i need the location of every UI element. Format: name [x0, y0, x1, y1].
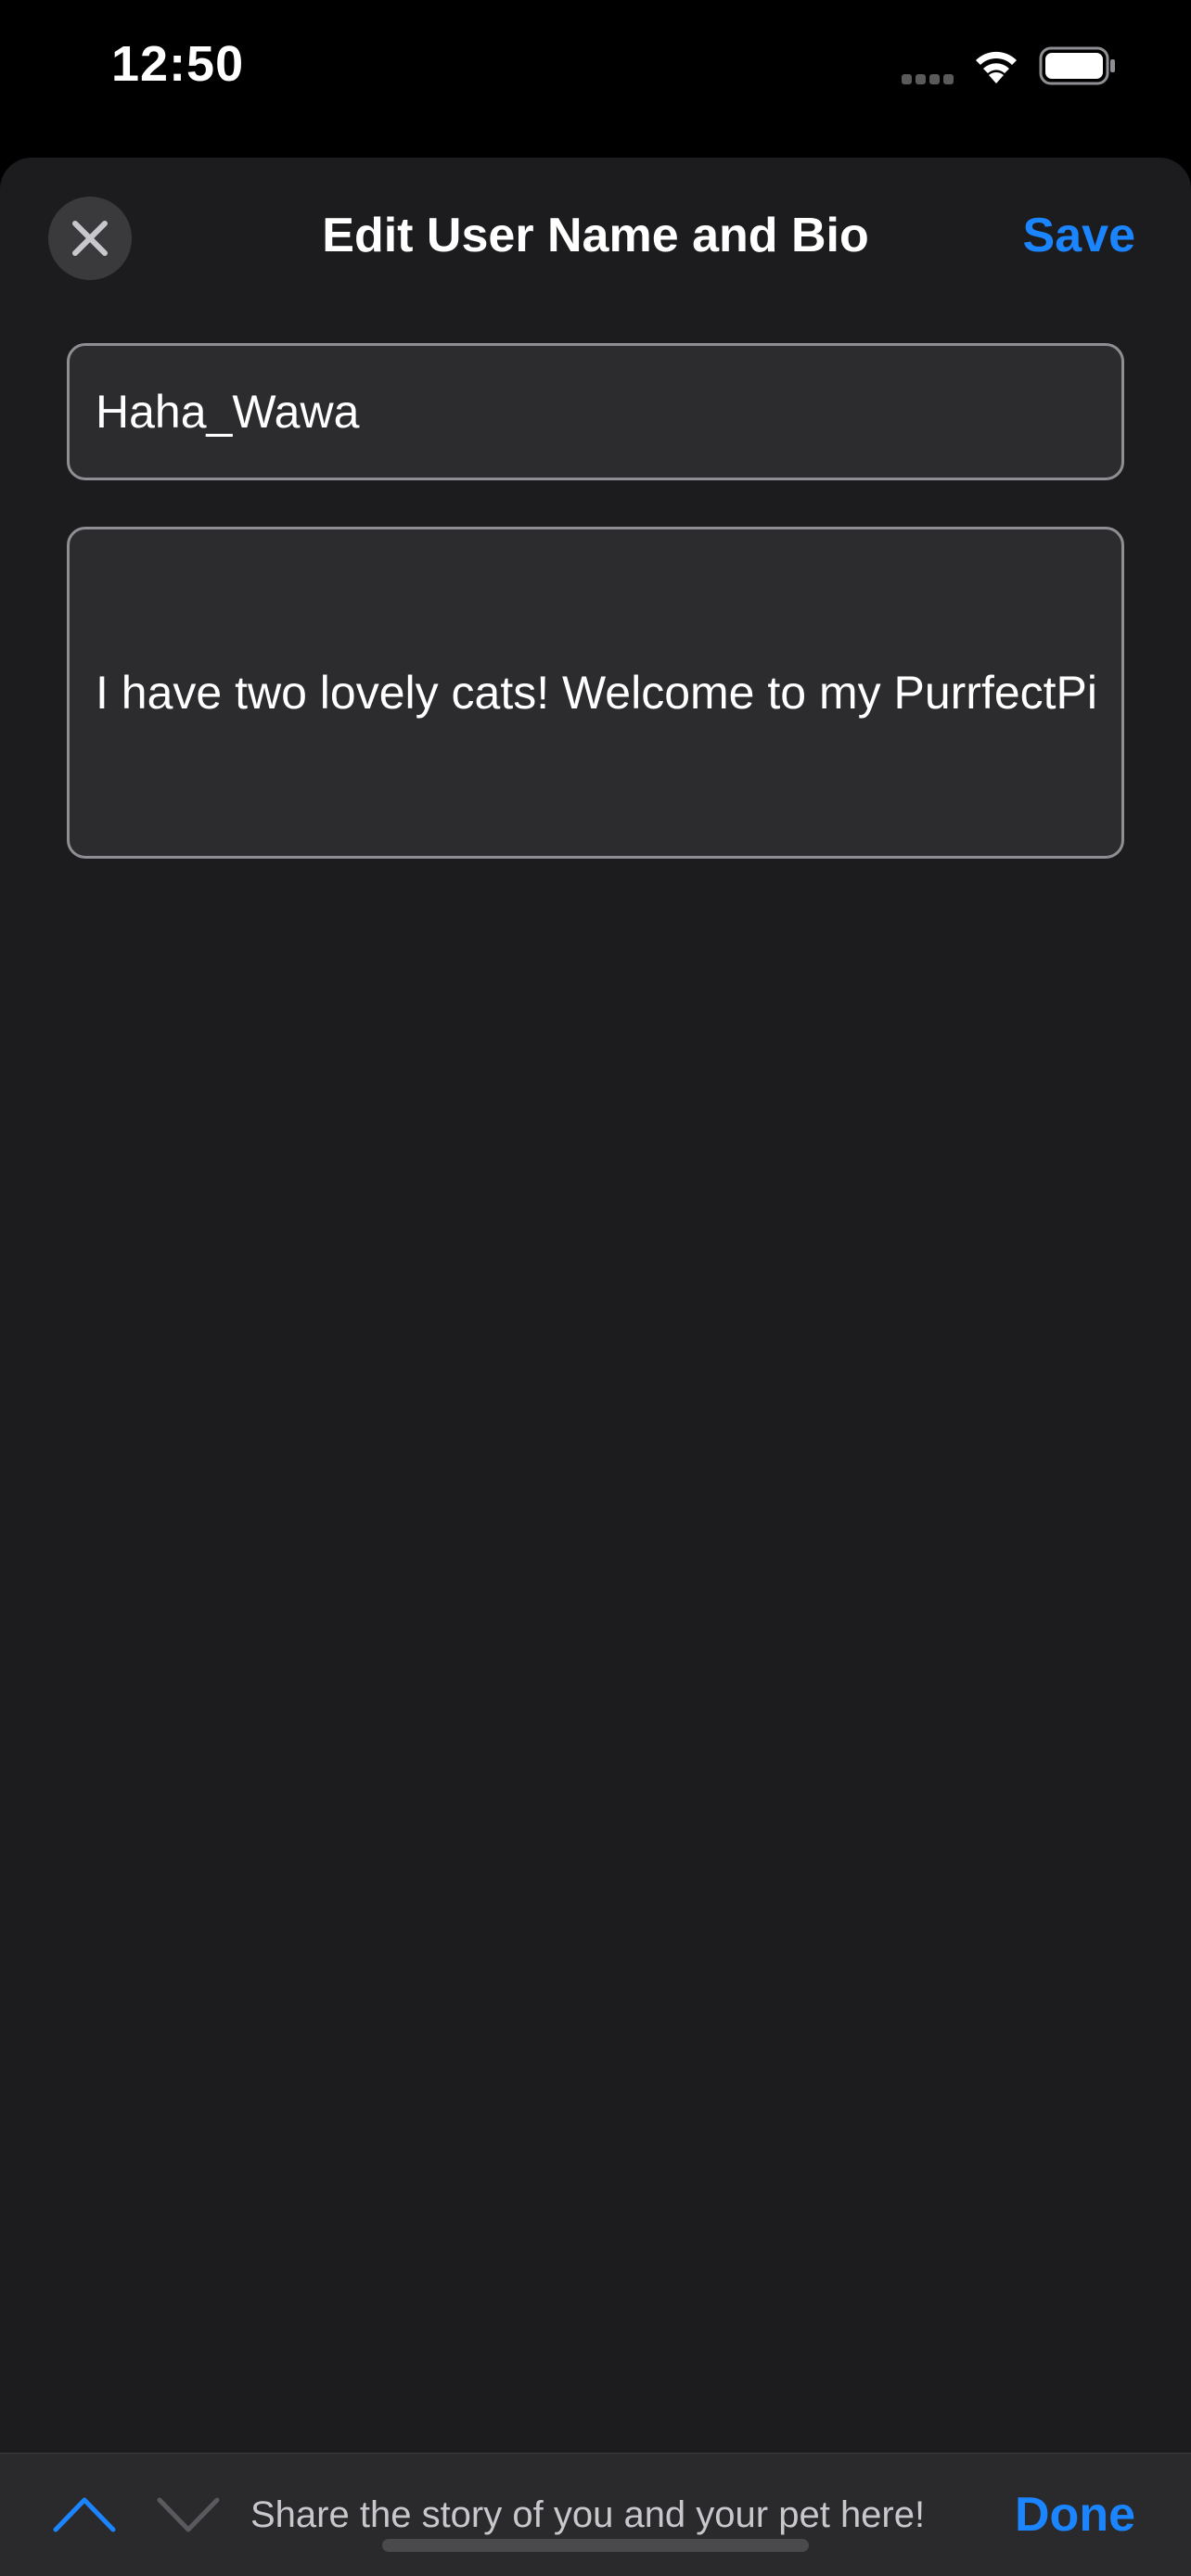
save-button[interactable]: Save	[1023, 208, 1135, 263]
done-button[interactable]: Done	[1015, 2487, 1135, 2543]
status-time: 12:50	[111, 36, 245, 92]
bio-value: I have two lovely cats! Welcome to my Pu…	[96, 667, 1098, 719]
status-bar: 12:50	[0, 0, 1191, 158]
chevron-down-icon[interactable]	[156, 2493, 221, 2535]
bio-field[interactable]: I have two lovely cats! Welcome to my Pu…	[67, 527, 1124, 859]
chevron-up-icon[interactable]	[52, 2493, 117, 2535]
keyboard-toolbar: Share the story of you and your pet here…	[0, 2453, 1191, 2576]
battery-icon	[1039, 46, 1115, 85]
close-icon	[72, 221, 108, 256]
close-button[interactable]	[48, 197, 132, 280]
sheet-title: Edit User Name and Bio	[322, 209, 869, 262]
edit-sheet: Edit User Name and Bio Save Haha_Wawa I …	[0, 158, 1191, 2576]
home-indicator	[382, 2539, 809, 2552]
screen: 12:50 Edit User Name and Bio Save Haha_W…	[0, 0, 1191, 2576]
cellular-signal-icon	[902, 72, 959, 84]
username-value: Haha_Wawa	[96, 386, 360, 438]
wifi-icon	[976, 51, 1017, 83]
toolbar-hint: Share the story of you and your pet here…	[250, 2494, 926, 2535]
username-field[interactable]: Haha_Wawa	[67, 343, 1124, 480]
